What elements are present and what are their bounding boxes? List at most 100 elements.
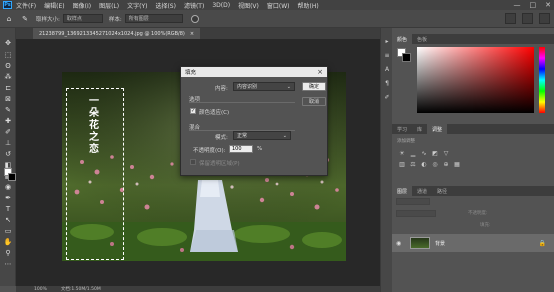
tab-learn[interactable]: 学习 bbox=[392, 124, 412, 134]
stamp-tool-icon[interactable]: ⊥ bbox=[3, 138, 13, 148]
vibrance-icon[interactable]: ▽ bbox=[442, 150, 450, 157]
exposure-icon[interactable]: ◩ bbox=[431, 150, 439, 157]
brush-tool-icon[interactable]: ✐ bbox=[3, 127, 13, 137]
hue-sat-icon[interactable]: ▥ bbox=[398, 161, 406, 168]
close-button[interactable]: ✕ bbox=[545, 1, 551, 9]
menu-window[interactable]: 窗口(W) bbox=[267, 1, 290, 10]
color-lookup-icon[interactable]: ▦ bbox=[453, 161, 461, 168]
menu-type[interactable]: 文字(Y) bbox=[127, 1, 147, 10]
color-balance-icon[interactable]: ⚖ bbox=[409, 161, 417, 168]
sampling-ring-icon[interactable] bbox=[190, 14, 199, 23]
maximize-button[interactable]: □ bbox=[530, 1, 537, 9]
document-tab[interactable]: 21238799_1369213345271024x1024.jpg @ 100… bbox=[33, 28, 201, 39]
text-char-4: 之 bbox=[89, 132, 99, 143]
layer-blend-select[interactable] bbox=[396, 209, 436, 217]
channel-mixer-icon[interactable]: ⊕ bbox=[442, 161, 450, 168]
minimize-button[interactable]: — bbox=[514, 1, 521, 9]
panel-background-swatch[interactable] bbox=[402, 53, 411, 62]
tab-color[interactable]: 颜色 bbox=[392, 34, 413, 44]
path-select-icon[interactable]: ↖ bbox=[3, 215, 13, 225]
home-icon[interactable]: ⌂ bbox=[4, 14, 14, 24]
color-picker-field[interactable] bbox=[417, 47, 534, 113]
preserve-transparency-checkbox[interactable] bbox=[190, 159, 196, 165]
quick-select-tool-icon[interactable]: ⁂ bbox=[3, 72, 13, 82]
brightness-icon[interactable]: ☀ bbox=[398, 150, 406, 157]
tab-paths[interactable]: 路径 bbox=[432, 186, 452, 196]
sample-size-value: 取样点 bbox=[66, 16, 82, 22]
text-char-5: 恋 bbox=[89, 144, 99, 155]
document-info[interactable]: 文档:1.50M/1.50M bbox=[61, 286, 101, 292]
levels-icon[interactable]: ▁ bbox=[409, 150, 417, 157]
preserve-transparency-label: 保留透明区域(P) bbox=[199, 161, 240, 167]
tab-layers[interactable]: 图层 bbox=[392, 186, 413, 196]
menu-edit[interactable]: 编辑(E) bbox=[44, 1, 64, 10]
opacity-unit: % bbox=[257, 146, 263, 152]
menu-select[interactable]: 选择(S) bbox=[155, 1, 176, 10]
crop-tool-icon[interactable]: ⊏ bbox=[3, 83, 13, 93]
color-adapt-checkbox[interactable]: ✓ bbox=[190, 108, 196, 114]
curves-icon[interactable]: ∿ bbox=[420, 150, 428, 157]
close-tab-icon[interactable]: × bbox=[190, 31, 194, 37]
zoom-level[interactable]: 100% bbox=[34, 287, 47, 292]
paragraph-icon[interactable]: ¶ bbox=[383, 80, 391, 88]
menu-view[interactable]: 视图(V) bbox=[238, 1, 259, 10]
menu-file[interactable]: 文件(F) bbox=[16, 1, 36, 10]
search-button[interactable] bbox=[505, 13, 516, 24]
sample-select[interactable]: 所有图层 bbox=[124, 14, 183, 23]
frame-tool-icon[interactable]: ⊠ bbox=[3, 94, 13, 104]
tab-swatches[interactable]: 色板 bbox=[412, 34, 432, 44]
text-char-1: 一 bbox=[89, 96, 99, 107]
eyedropper-icon[interactable]: ✎ bbox=[3, 105, 13, 115]
tab-channels[interactable]: 通道 bbox=[412, 186, 432, 196]
background-color-swatch[interactable] bbox=[8, 173, 16, 181]
brush-settings-icon[interactable]: ✐ bbox=[383, 94, 391, 102]
layer-kind-filter[interactable] bbox=[396, 197, 430, 205]
eyedropper-tool-icon[interactable]: ✎ bbox=[20, 14, 30, 24]
visibility-eye-icon[interactable]: ◉ bbox=[396, 240, 401, 247]
menu-filter[interactable]: 滤镜(T) bbox=[184, 1, 204, 10]
menu-3d[interactable]: 3D(D) bbox=[212, 2, 230, 9]
layer-row-background[interactable]: ◉ 背景 🔒 bbox=[392, 234, 554, 252]
layer-thumbnail bbox=[410, 237, 430, 249]
vertical-text-layer: 一 朵 花 之 恋 bbox=[87, 96, 101, 156]
hand-tool-icon[interactable]: ✋ bbox=[3, 237, 13, 247]
share-button[interactable] bbox=[539, 13, 550, 24]
sample-size-select[interactable]: 取样点 bbox=[62, 14, 103, 23]
cancel-button[interactable]: 取消 bbox=[302, 97, 326, 106]
tab-adjustments[interactable]: 调整 bbox=[427, 124, 448, 134]
options-right-buttons bbox=[505, 13, 550, 24]
ok-button[interactable]: 确定 bbox=[302, 82, 326, 91]
move-tool-icon[interactable]: ✥ bbox=[3, 38, 13, 48]
hue-slider[interactable] bbox=[539, 47, 545, 113]
menu-image[interactable]: 图像(I) bbox=[73, 1, 91, 10]
mode-label: 模式: bbox=[215, 135, 228, 141]
layer-opacity-label: 不透明度: bbox=[468, 211, 488, 216]
window-controls: — □ ✕ bbox=[514, 0, 552, 10]
character-icon[interactable]: A bbox=[383, 66, 391, 74]
photo-filter-icon[interactable]: ◎ bbox=[431, 161, 439, 168]
mode-select[interactable]: 正常 ⌄ bbox=[233, 131, 291, 140]
history-icon[interactable]: ▸ bbox=[383, 38, 391, 46]
tab-libraries[interactable]: 库 bbox=[412, 124, 427, 134]
menu-layer[interactable]: 图层(L) bbox=[99, 1, 119, 10]
properties-icon[interactable]: ≡ bbox=[383, 52, 391, 60]
opacity-input[interactable]: 100 bbox=[229, 145, 253, 153]
text-char-2: 朵 bbox=[89, 108, 99, 119]
content-select[interactable]: 内容识别 ⌄ bbox=[233, 82, 295, 91]
lasso-tool-icon[interactable]: ʘ bbox=[3, 61, 13, 71]
chevron-down-icon: ⌄ bbox=[282, 132, 287, 139]
healing-brush-icon[interactable]: ✚ bbox=[3, 116, 13, 126]
dialog-titlebar[interactable]: 填充 bbox=[181, 67, 327, 77]
workspace-button[interactable] bbox=[522, 13, 533, 24]
pen-tool-icon[interactable]: ✒ bbox=[3, 193, 13, 203]
blur-tool-icon[interactable]: ◉ bbox=[3, 182, 13, 192]
shape-tool-icon[interactable]: ▭ bbox=[3, 226, 13, 236]
marquee-tool-icon[interactable]: ⬚ bbox=[3, 50, 13, 60]
zoom-tool-icon[interactable]: ⚲ bbox=[3, 248, 13, 258]
more-tools-icon[interactable]: ⋯ bbox=[3, 259, 13, 269]
type-tool-icon[interactable]: T bbox=[3, 204, 13, 214]
black-white-icon[interactable]: ◐ bbox=[420, 161, 428, 168]
menu-help[interactable]: 帮助(H) bbox=[298, 1, 319, 10]
history-brush-icon[interactable]: ↺ bbox=[3, 149, 13, 159]
dialog-close-icon[interactable]: × bbox=[317, 67, 323, 77]
